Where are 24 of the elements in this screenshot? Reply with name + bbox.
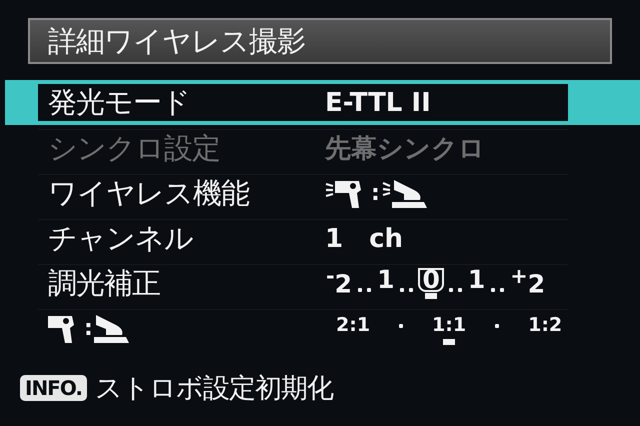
info-key: INFO. bbox=[20, 375, 88, 401]
scale-value: 2:1 bbox=[335, 313, 372, 338]
menu-row[interactable]: 発光モード E-TTL II bbox=[5, 80, 640, 125]
scale-value: $^{-}$2 bbox=[325, 262, 354, 298]
separator: : bbox=[84, 316, 92, 341]
setting-label: チャンネル bbox=[48, 220, 193, 256]
scale-value: 1 bbox=[466, 267, 486, 293]
slave-flash-icon bbox=[94, 312, 130, 344]
scale-value: $^{+}$2 bbox=[509, 262, 546, 298]
scale-value: 1:2 bbox=[527, 313, 564, 338]
menu-title: 詳細ワイヤレス撮影 bbox=[28, 18, 612, 64]
setting-value: 1 ch bbox=[325, 223, 404, 256]
scale-value: 1:1 bbox=[431, 313, 468, 338]
setting-label: 発光モード bbox=[48, 84, 190, 120]
setting-value: E-TTL II bbox=[325, 88, 431, 118]
footer-label: ストロボ設定初期化 bbox=[95, 372, 334, 406]
scale-value: 1 bbox=[376, 267, 396, 293]
slave-flash-with-rays-icon bbox=[382, 178, 428, 210]
setting-label: ワイヤレス機能 bbox=[48, 174, 249, 212]
setting-label: 調光補正 bbox=[48, 264, 160, 302]
separator: : bbox=[371, 181, 380, 206]
setting-label: シンクロ設定 bbox=[48, 130, 220, 166]
scale-value: 0 bbox=[418, 268, 444, 292]
setting-value: 先幕シンクロ bbox=[325, 133, 485, 166]
